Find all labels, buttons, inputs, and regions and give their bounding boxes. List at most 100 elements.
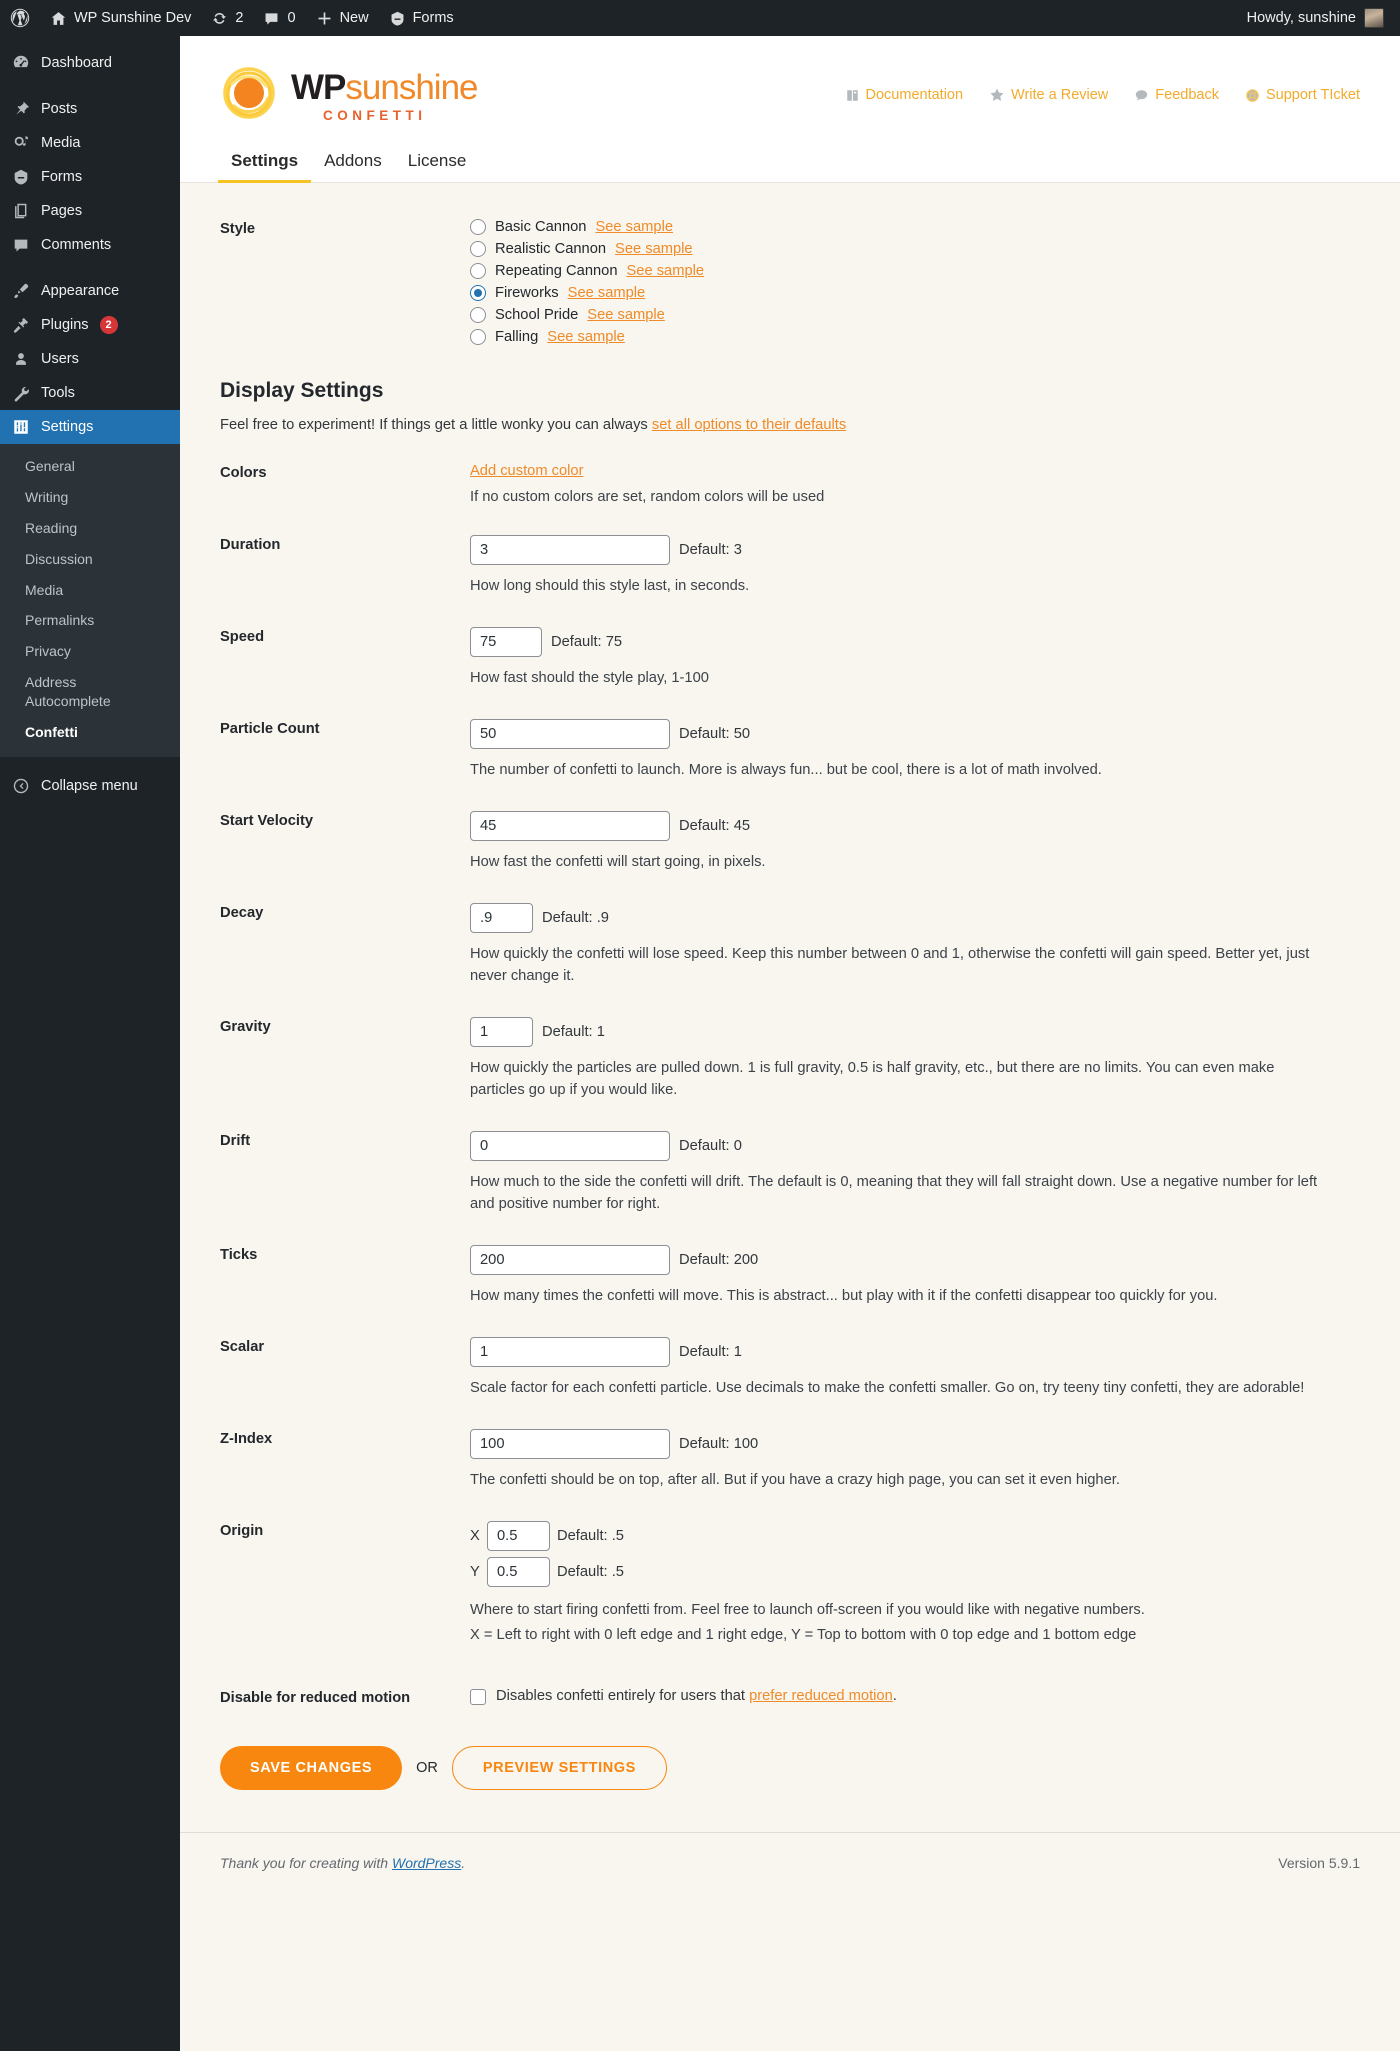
save-changes-button[interactable]: SAVE CHANGES [220, 1746, 403, 1791]
pin-icon [16, 101, 29, 115]
tab-settings[interactable]: Settings [218, 151, 312, 183]
see-sample-link[interactable]: See sample [595, 219, 673, 235]
prefer-reduced-motion-link[interactable]: prefer reduced motion [749, 1688, 893, 1704]
tab-license[interactable]: License [395, 151, 480, 182]
speed-input[interactable] [470, 626, 542, 657]
start-velocity-hint: How fast the confetti will start going, … [470, 853, 766, 870]
preview-settings-button[interactable]: PREVIEW SETTINGS [451, 1746, 667, 1791]
comments-menu[interactable]: 0 [253, 0, 305, 36]
style-options: Basic Cannon See sample Realistic Cannon… [470, 218, 1360, 351]
see-sample-link[interactable]: See sample [587, 307, 665, 323]
sidebar-item-media[interactable]: Media [0, 126, 180, 160]
site-name-label: WP Sunshine Dev [74, 10, 192, 26]
decay-hint: How quickly the confetti will lose speed… [470, 945, 1310, 984]
sidebar-item-label: Users [41, 350, 79, 367]
submenu-item-media[interactable]: Media [0, 575, 180, 606]
submenu-item-reading[interactable]: Reading [0, 513, 180, 544]
feedback-link[interactable]: Feedback [1134, 87, 1219, 103]
speed-hint: How fast should the style play, 1-100 [470, 669, 709, 686]
start-velocity-input[interactable] [470, 810, 670, 841]
support-ticket-link[interactable]: Support TIcket [1245, 87, 1360, 103]
write-review-link[interactable]: Write a Review [989, 87, 1108, 103]
style-option-repeating-cannon[interactable]: Repeating Cannon See sample [470, 262, 1360, 279]
see-sample-link[interactable]: See sample [568, 285, 646, 301]
gravity-field: Default: 1 How quickly the particles are… [470, 1016, 1360, 1101]
style-option-falling[interactable]: Falling See sample [470, 328, 1360, 345]
add-custom-color-link[interactable]: Add custom color [470, 463, 1360, 479]
documentation-link[interactable]: Documentation [845, 87, 963, 103]
style-option-realistic-cannon[interactable]: Realistic Cannon See sample [470, 240, 1360, 257]
wordpress-link[interactable]: WordPress [392, 1855, 461, 1871]
radio-basic-cannon[interactable] [470, 218, 486, 235]
style-option-school-pride[interactable]: School Pride See sample [470, 306, 1360, 323]
origin-x-default: Default: .5 [557, 1528, 624, 1545]
star-icon [990, 88, 1004, 102]
duration-input[interactable] [470, 534, 670, 565]
sidebar-item-dashboard[interactable]: Dashboard [0, 46, 180, 80]
collapse-arrow-icon [13, 778, 29, 794]
radio-realistic-cannon[interactable] [470, 240, 486, 257]
sidebar-item-posts[interactable]: Posts [0, 92, 180, 126]
radio-fireworks[interactable] [470, 284, 486, 301]
display-settings-intro: Feel free to experiment! If things get a… [220, 417, 1360, 433]
sidebar-item-tools[interactable]: Tools [0, 376, 180, 410]
site-name-menu[interactable]: WP Sunshine Dev [40, 0, 201, 36]
sidebar-item-label: Dashboard [41, 54, 112, 71]
forms-menu[interactable]: Forms [379, 0, 464, 36]
drift-row: Drift Default: 0 How much to the side th… [220, 1130, 1360, 1215]
z-index-label: Z-Index [220, 1431, 273, 1448]
new-content-menu[interactable]: New [306, 0, 379, 36]
see-sample-link[interactable]: See sample [615, 241, 693, 257]
drift-input[interactable] [470, 1130, 670, 1161]
gravity-input[interactable] [470, 1016, 533, 1047]
tab-addons[interactable]: Addons [311, 151, 395, 182]
forms-icon [391, 11, 404, 26]
ticks-input[interactable] [470, 1244, 670, 1275]
submenu-item-privacy[interactable]: Privacy [0, 636, 180, 667]
sidebar-item-appearance[interactable]: Appearance [0, 274, 180, 308]
submenu-item-permalinks[interactable]: Permalinks [0, 605, 180, 636]
logo-sunshine-text: sunshine [345, 68, 478, 107]
radio-falling[interactable] [470, 328, 486, 345]
submenu-item-writing[interactable]: Writing [0, 482, 180, 513]
reduced-motion-checkbox-row[interactable]: Disables confetti entirely for users tha… [470, 1688, 1360, 1706]
header-links: Documentation Write a Review Feedback Su… [845, 81, 1360, 103]
scalar-input[interactable] [470, 1337, 670, 1368]
reduced-motion-checkbox[interactable] [470, 1689, 486, 1706]
radio-repeating-cannon[interactable] [470, 262, 486, 279]
sidebar-item-settings[interactable]: Settings [0, 410, 188, 444]
origin-y-line: Y Default: .5 [470, 1557, 1360, 1588]
brush-icon [14, 283, 29, 299]
updates-menu[interactable]: 2 [201, 0, 253, 36]
admin-bar: WP Sunshine Dev 2 0 New Forms Howdy, sun… [0, 0, 1400, 36]
style-option-fireworks[interactable]: Fireworks See sample [470, 284, 1360, 301]
decay-input[interactable] [470, 902, 533, 933]
reset-defaults-link[interactable]: set all options to their defaults [652, 417, 846, 433]
style-option-basic-cannon[interactable]: Basic Cannon See sample [470, 218, 1360, 235]
sidebar-item-users[interactable]: Users [0, 342, 180, 376]
sidebar-item-forms[interactable]: Forms [0, 160, 180, 194]
sidebar-item-pages[interactable]: Pages [0, 194, 180, 228]
submenu-item-address-autocomplete[interactable]: Address Autocomplete [0, 667, 120, 717]
collapse-menu-button[interactable]: Collapse menu [0, 769, 180, 803]
sidebar-item-label: Pages [41, 202, 83, 219]
submenu-item-general[interactable]: General [0, 451, 180, 482]
wordpress-logo-menu[interactable] [0, 0, 40, 36]
sidebar-item-plugins[interactable]: Plugins 2 [0, 308, 180, 342]
sidebar-item-label: Posts [41, 100, 78, 117]
submenu-item-discussion[interactable]: Discussion [0, 544, 180, 575]
sidebar-item-comments[interactable]: Comments [0, 228, 180, 262]
radio-school-pride[interactable] [470, 306, 486, 323]
particle-count-input[interactable] [470, 718, 670, 749]
media-icon [14, 136, 28, 146]
origin-x-input[interactable] [487, 1521, 550, 1552]
origin-y-input[interactable] [487, 1557, 550, 1588]
submenu-item-confetti[interactable]: Confetti [0, 717, 180, 748]
see-sample-link[interactable]: See sample [547, 329, 625, 345]
colors-hint: If no custom colors are set, random colo… [470, 488, 825, 505]
see-sample-link[interactable]: See sample [627, 263, 705, 279]
z-index-input[interactable] [470, 1429, 670, 1460]
gravity-default: Default: 1 [542, 1023, 605, 1040]
sidebar-item-label: Tools [41, 384, 75, 401]
my-account-menu[interactable]: Howdy, sunshine [1247, 8, 1400, 28]
